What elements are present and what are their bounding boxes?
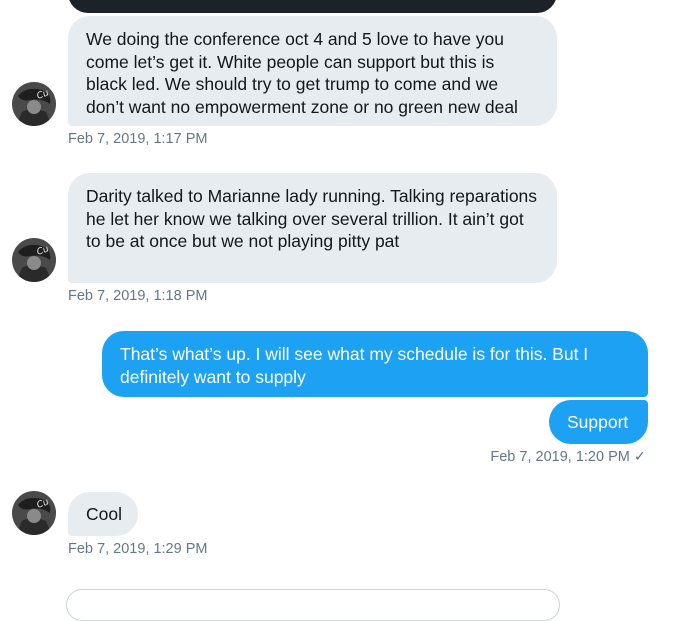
incoming-message-bubble[interactable]: Cool xyxy=(68,492,138,536)
incoming-message-bubble[interactable]: Darity talked to Marianne lady running. … xyxy=(68,173,557,283)
message-timestamp: Feb 7, 2019, 1:18 PM xyxy=(68,288,208,304)
message-text: We doing the conference oct 4 and 5 love… xyxy=(86,29,518,117)
sender-avatar[interactable]: Cu xyxy=(12,82,56,126)
message-text: Cool xyxy=(86,504,122,524)
sender-avatar[interactable]: Cu xyxy=(12,491,56,535)
sender-avatar[interactable]: Cu xyxy=(12,238,56,282)
message-timestamp: Feb 7, 2019, 1:29 PM xyxy=(68,541,208,557)
message-timestamp: Feb 7, 2019, 1:20 PM xyxy=(490,449,630,465)
message-timestamp: Feb 7, 2019, 1:17 PM xyxy=(68,131,208,147)
outgoing-message-bubble[interactable]: That’s what’s up. I will see what my sch… xyxy=(102,331,648,397)
incoming-message-bubble[interactable]: We doing the conference oct 4 and 5 love… xyxy=(68,16,557,126)
message-timestamp-row: Feb 7, 2019, 1:20 PM ✓ xyxy=(490,449,646,465)
message-text: That’s what’s up. I will see what my sch… xyxy=(120,344,589,387)
message-text: Support xyxy=(567,412,629,432)
avatar-photo-icon: Cu xyxy=(12,82,56,126)
checkmark-icon: ✓ xyxy=(633,449,646,465)
message-composer[interactable] xyxy=(66,589,560,621)
avatar-photo-icon: Cu xyxy=(12,238,56,282)
outgoing-message-bubble[interactable]: Support xyxy=(549,400,648,444)
previous-message-bubble xyxy=(68,0,557,13)
message-text: Darity talked to Marianne lady running. … xyxy=(86,186,538,251)
avatar-photo-icon: Cu xyxy=(12,491,56,535)
